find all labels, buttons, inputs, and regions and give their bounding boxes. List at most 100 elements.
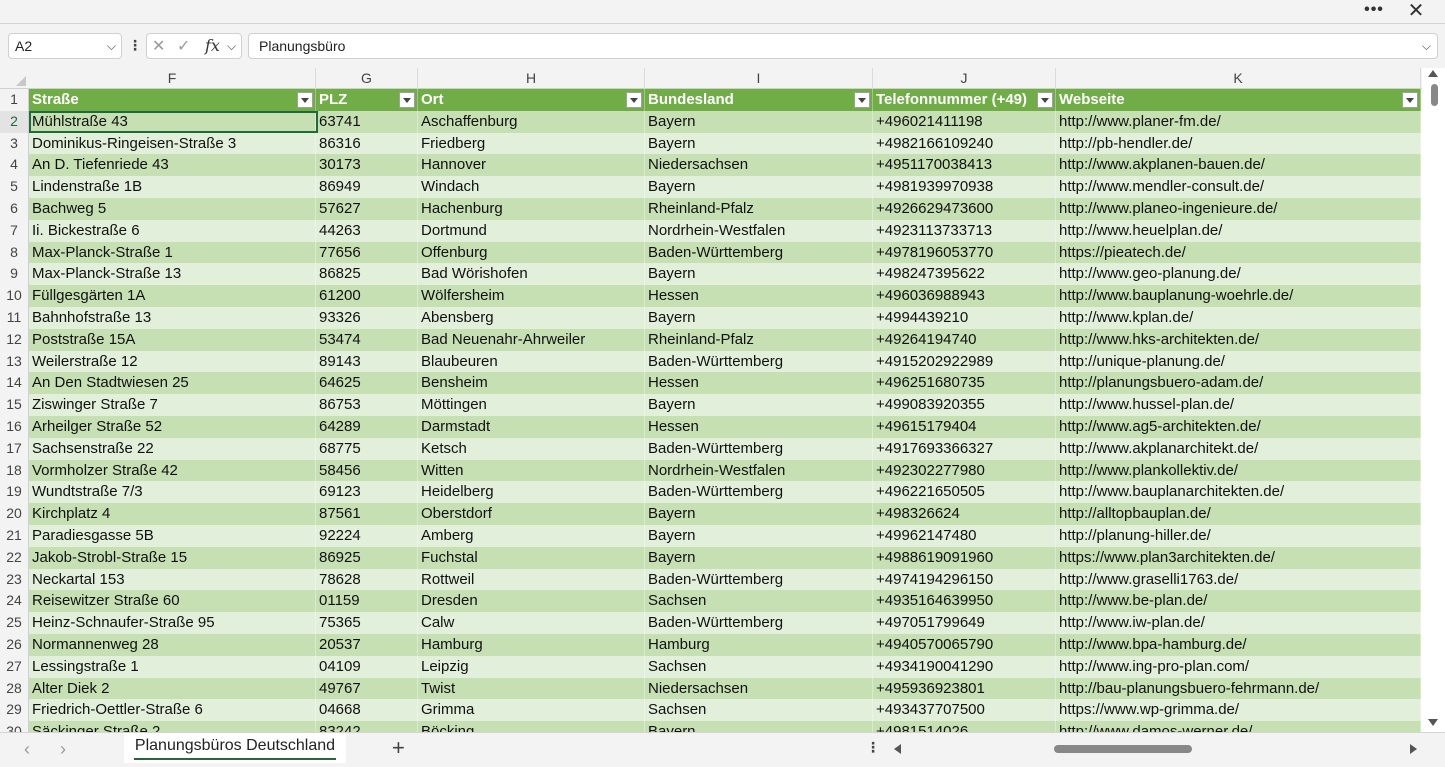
table-cell[interactable]: +498326624 [873,503,1056,525]
table-cell[interactable]: Witten [418,459,645,482]
table-cell[interactable]: 63741 [316,110,418,133]
row-number[interactable]: 13 [0,350,29,373]
table-cell[interactable]: http://www.damos-werner.de/ [1056,721,1421,732]
table-cell[interactable]: Hachenburg [418,198,645,220]
table-cell[interactable]: Darmstadt [418,416,645,438]
table-cell[interactable]: http://www.planeo-ingenieure.de/ [1056,198,1421,220]
row-number[interactable]: 8 [0,241,29,264]
table-cell[interactable]: Bad Neuenahr-Ahrweiler [418,328,645,351]
table-cell[interactable]: http://pb-hendler.de/ [1056,132,1421,155]
row-number[interactable]: 27 [0,655,29,678]
table-cell[interactable]: Bayern [645,394,873,416]
table-cell[interactable]: Baden-Württemberg [645,612,873,634]
table-cell[interactable]: Abensberg [418,307,645,329]
table-cell[interactable]: 77656 [316,241,418,264]
table-cell[interactable]: Normannenweg 28 [29,634,316,656]
table-cell[interactable]: Calw [418,612,645,634]
table-cell[interactable]: Wölfersheim [418,285,645,307]
table-cell[interactable]: Twist [418,677,645,700]
table-cell[interactable]: Ii. Bickestraße 6 [29,219,316,242]
row-number[interactable]: 22 [0,546,29,569]
table-cell[interactable]: 64625 [316,372,418,395]
filter-dropdown-icon[interactable] [399,92,415,108]
check-icon[interactable]: ✓ [177,36,190,56]
table-cell[interactable]: +4982166109240 [873,132,1056,155]
horizontal-scroll-thumb[interactable] [1054,745,1192,753]
row-number[interactable]: 18 [0,459,29,482]
row-number[interactable]: 12 [0,328,29,351]
table-cell[interactable]: Hannover [418,154,645,177]
table-cell[interactable]: Heidelberg [418,481,645,504]
table-cell[interactable]: Blaubeuren [418,350,645,373]
row-number[interactable]: 10 [0,285,29,307]
table-cell[interactable]: http://www.kplan.de/ [1056,307,1421,329]
table-cell[interactable]: Poststraße 15A [29,328,316,351]
table-cell[interactable]: Säckinger Straße 2 [29,721,316,732]
row-number[interactable]: 15 [0,394,29,416]
row-number[interactable]: 28 [0,677,29,700]
table-cell[interactable]: http://www.graselli1763.de/ [1056,568,1421,591]
table-cell[interactable]: An Den Stadtwiesen 25 [29,372,316,395]
row-number[interactable]: 6 [0,198,29,220]
table-cell[interactable]: Dortmund [418,219,645,242]
table-cell[interactable]: Fuchstal [418,546,645,569]
table-cell[interactable]: http://www.iw-plan.de/ [1056,612,1421,634]
table-cell[interactable]: Hamburg [418,634,645,656]
header-cell[interactable]: Straße [29,89,316,111]
table-cell[interactable]: Hessen [645,372,873,395]
row-number[interactable]: 4 [0,154,29,177]
column-header-i[interactable]: I [645,68,873,89]
table-cell[interactable]: Offenburg [418,241,645,264]
table-cell[interactable]: Paradiesgasse 5B [29,525,316,547]
filter-dropdown-icon[interactable] [1037,92,1053,108]
table-cell[interactable]: http://www.plankollektiv.de/ [1056,459,1421,482]
table-cell[interactable]: Bachweg 5 [29,198,316,220]
table-cell[interactable]: Ketsch [418,437,645,460]
insert-function-icon[interactable]: fx [205,36,220,55]
table-cell[interactable]: 86925 [316,546,418,569]
table-cell[interactable]: Niedersachsen [645,677,873,700]
table-cell[interactable]: 57627 [316,198,418,220]
table-cell[interactable]: 89143 [316,350,418,373]
table-cell[interactable]: +4935164639950 [873,590,1056,613]
row-number[interactable]: 21 [0,525,29,547]
table-cell[interactable]: 64289 [316,416,418,438]
row-number[interactable]: 17 [0,437,29,460]
more-options-icon[interactable]: ••• [1362,1,1386,21]
filter-dropdown-icon[interactable] [854,92,870,108]
table-cell[interactable]: Baden-Württemberg [645,481,873,504]
table-cell[interactable]: +496221650505 [873,481,1056,504]
table-cell[interactable]: +496036988943 [873,285,1056,307]
table-cell[interactable]: http://unique-planung.de/ [1056,350,1421,373]
table-cell[interactable]: 75365 [316,612,418,634]
table-cell[interactable]: Lindenstraße 1B [29,176,316,198]
table-cell[interactable]: http://planungsbuero-adam.de/ [1056,372,1421,395]
table-cell[interactable]: Hamburg [645,634,873,656]
table-cell[interactable]: 83242 [316,721,418,732]
table-cell[interactable]: Nordrhein-Westfalen [645,459,873,482]
table-cell[interactable]: 04668 [316,699,418,722]
table-cell[interactable]: +4981939970938 [873,176,1056,198]
table-cell[interactable]: Böcking [418,721,645,732]
table-cell[interactable]: 87561 [316,503,418,525]
header-cell[interactable]: Webseite [1056,89,1421,111]
table-cell[interactable]: +4923113733713 [873,219,1056,242]
scroll-up-icon[interactable] [1428,70,1438,77]
table-cell[interactable]: 93326 [316,307,418,329]
table-cell[interactable]: 44263 [316,219,418,242]
table-cell[interactable]: Rheinland-Pfalz [645,198,873,220]
table-cell[interactable]: Dresden [418,590,645,613]
table-cell[interactable]: 69123 [316,481,418,504]
cancel-icon[interactable]: ✕ [152,36,165,56]
table-cell[interactable]: http://www.hussel-plan.de/ [1056,394,1421,416]
table-cell[interactable]: +492302277980 [873,459,1056,482]
table-cell[interactable]: Sachsen [645,590,873,613]
table-cell[interactable]: http://bau-planungsbuero-fehrmann.de/ [1056,677,1421,700]
table-cell[interactable]: 30173 [316,154,418,177]
header-cell[interactable]: PLZ [316,89,418,111]
table-cell[interactable]: 61200 [316,285,418,307]
table-cell[interactable]: Reisewitzer Straße 60 [29,590,316,613]
row-number[interactable]: 3 [0,132,29,155]
table-cell[interactable]: Mühlstraße 43 [29,110,316,133]
table-cell[interactable]: An D. Tiefenriede 43 [29,154,316,177]
